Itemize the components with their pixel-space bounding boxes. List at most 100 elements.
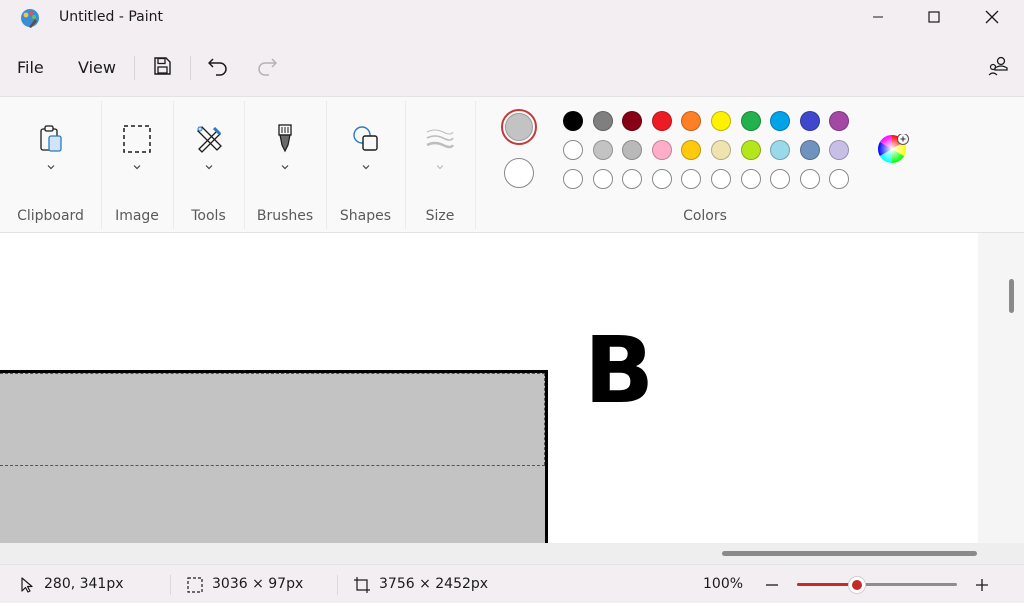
zoom-slider-thumb[interactable]	[848, 576, 866, 594]
zoom-level[interactable]: 100%	[703, 576, 743, 592]
minimize-button[interactable]	[849, 0, 907, 34]
status-separator	[170, 575, 171, 595]
canvas-text-letter: B	[584, 317, 655, 424]
clipboard-icon	[39, 125, 62, 152]
colors-group: Colors	[475, 97, 935, 234]
selection-size: 3036 × 97px	[212, 576, 304, 592]
color-swatch[interactable]	[711, 111, 731, 131]
size-button[interactable]	[424, 123, 456, 155]
select-icon	[123, 125, 151, 153]
custom-color-swatch[interactable]	[740, 169, 761, 189]
account-button[interactable]	[986, 54, 1010, 78]
drawing-canvas[interactable]: B	[0, 233, 978, 543]
edit-colors-icon[interactable]	[877, 134, 909, 166]
file-menu[interactable]: File	[17, 58, 44, 77]
account-icon	[988, 56, 1008, 76]
primary-color-swatch	[505, 113, 533, 141]
paint-app-icon	[21, 9, 39, 28]
selection-outline	[0, 465, 545, 466]
tools-button[interactable]	[193, 123, 225, 155]
color-swatch[interactable]	[651, 111, 672, 131]
undo-icon	[208, 58, 227, 76]
horizontal-scroll-thumb[interactable]	[722, 551, 977, 556]
shapes-group[interactable]: Shapes	[326, 97, 405, 234]
redo-icon	[258, 58, 277, 76]
shapes-button[interactable]	[350, 123, 382, 155]
tools-label: Tools	[191, 208, 226, 224]
tools-icon	[196, 126, 222, 153]
menu-separator	[190, 56, 191, 80]
zoom-out-button[interactable]	[763, 576, 781, 594]
color-swatch[interactable]	[592, 140, 613, 160]
clipboard-group[interactable]: Clipboard	[0, 97, 101, 234]
cursor-icon	[21, 577, 33, 593]
image-label: Image	[115, 208, 159, 224]
color-swatch[interactable]	[740, 140, 761, 160]
zoom-thumb-dot	[852, 580, 862, 590]
undo-button[interactable]	[206, 54, 230, 78]
close-button[interactable]	[963, 0, 1021, 34]
color-swatch[interactable]	[799, 140, 820, 160]
custom-color-swatch[interactable]	[711, 169, 731, 189]
rectangle-shape	[0, 370, 548, 543]
selection-size-icon	[187, 577, 203, 593]
chevron-down-icon	[47, 165, 54, 170]
status-separator	[337, 575, 338, 595]
menu-bar: File View	[0, 36, 1024, 96]
color-swatch[interactable]	[711, 140, 731, 160]
chevron-down-icon	[436, 165, 444, 170]
chevron-down-icon	[281, 165, 289, 170]
brushes-button[interactable]	[269, 123, 301, 155]
tools-group[interactable]: Tools	[173, 97, 244, 234]
clipboard-button[interactable]	[35, 123, 67, 155]
maximize-icon	[928, 11, 940, 23]
vertical-scrollbar[interactable]	[978, 233, 1024, 543]
vertical-scroll-thumb[interactable]	[1009, 279, 1014, 313]
color-swatch[interactable]	[651, 140, 672, 160]
custom-color-swatch[interactable]	[592, 169, 613, 189]
minimize-icon	[873, 16, 883, 18]
color-swatch[interactable]	[799, 111, 820, 131]
brush-icon	[278, 124, 292, 153]
colors-label: Colors	[683, 208, 727, 224]
color-swatch[interactable]	[563, 140, 583, 160]
stroke-size-icon	[426, 129, 455, 149]
title-bar: Untitled - Paint	[0, 0, 1024, 36]
menu-separator	[134, 56, 135, 80]
clipboard-label: Clipboard	[17, 208, 84, 224]
custom-color-swatch[interactable]	[651, 169, 672, 189]
maximize-button[interactable]	[905, 0, 963, 34]
close-icon	[985, 10, 999, 24]
selection-outline	[0, 373, 545, 374]
brushes-group[interactable]: Brushes	[244, 97, 326, 234]
chevron-down-icon	[205, 165, 212, 170]
view-menu[interactable]: View	[78, 58, 116, 77]
color-swatch[interactable]	[592, 111, 613, 131]
window-title: Untitled - Paint	[59, 9, 163, 25]
shapes-label: Shapes	[339, 208, 392, 224]
brushes-label: Brushes	[256, 208, 314, 224]
secondary-color-button[interactable]	[504, 158, 534, 188]
color-swatch[interactable]	[740, 111, 761, 131]
custom-color-swatch[interactable]	[563, 169, 583, 189]
shapes-icon	[352, 126, 378, 151]
size-group[interactable]: Size	[405, 97, 475, 234]
redo-button[interactable]	[255, 54, 279, 78]
color-swatch[interactable]	[563, 111, 583, 131]
selection-outline	[544, 373, 545, 465]
ribbon: Clipboard Image Tools Brushes Shapes Siz…	[0, 96, 1024, 233]
chevron-down-icon	[362, 165, 369, 170]
canvas-workspace: B	[0, 233, 1024, 564]
canvas-size-icon	[354, 577, 370, 593]
primary-color-button[interactable]	[501, 109, 537, 145]
image-group[interactable]: Image	[101, 97, 173, 234]
canvas-size: 3756 × 2452px	[379, 576, 489, 592]
zoom-in-button[interactable]	[973, 576, 991, 594]
select-button[interactable]	[121, 123, 153, 155]
size-label: Size	[425, 208, 455, 224]
save-button[interactable]	[150, 54, 174, 78]
cursor-position: 280, 341px	[44, 576, 124, 592]
custom-color-swatch[interactable]	[799, 169, 820, 189]
chevron-down-icon	[133, 165, 141, 170]
save-icon	[154, 57, 171, 75]
